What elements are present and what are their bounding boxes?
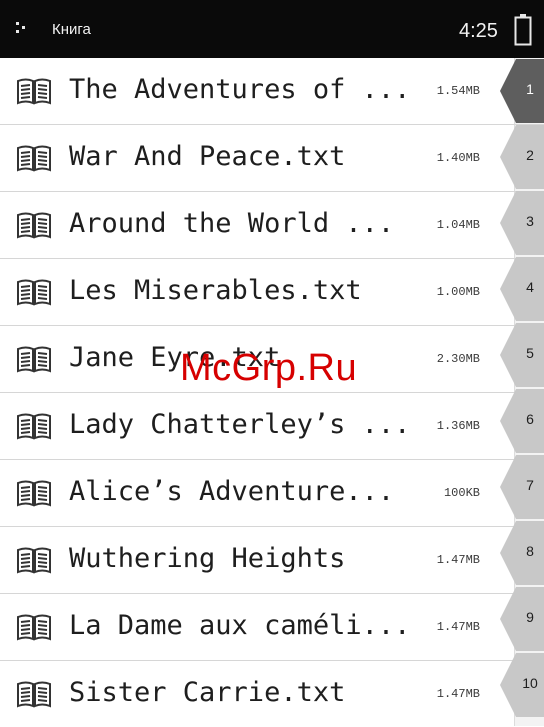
page-tab-label: 9 — [526, 609, 534, 625]
page-tab-6[interactable]: 6 — [499, 389, 544, 453]
book-list-item[interactable]: Jane Eyre.txt 2.30MB — [0, 326, 544, 393]
page-tab-5[interactable]: 5 — [499, 323, 544, 387]
book-title: The Adventures of ... — [69, 74, 411, 105]
page-tab-label: 7 — [526, 477, 534, 493]
open-book-icon — [17, 145, 51, 172]
book-title: Les Miserables.txt — [69, 275, 362, 306]
file-size: 100KB — [443, 486, 480, 500]
file-size: 1.47MB — [436, 620, 480, 634]
battery-icon — [514, 14, 532, 46]
book-title: La Dame aux caméli... — [69, 610, 411, 641]
page-tab-1[interactable]: 1 — [499, 59, 544, 123]
page-tab-label: 8 — [526, 543, 534, 559]
file-size: 1.40MB — [436, 151, 480, 165]
open-book-icon — [17, 212, 51, 239]
book-list-item[interactable]: Lady Chatterley’s ... 1.36MB — [0, 393, 544, 460]
open-book-icon — [17, 614, 51, 641]
open-book-icon — [17, 547, 51, 574]
book-title: Alice’s Adventure... — [69, 476, 395, 507]
file-size: 1.54MB — [436, 84, 480, 98]
book-list: The Adventures of ... 1.54MB War And Pea… — [0, 58, 544, 727]
file-size: 1.04MB — [436, 218, 480, 232]
page-tab-label: 3 — [526, 213, 534, 229]
book-title: Wuthering Heights — [69, 543, 346, 574]
status-bar: Книга 4:25 — [0, 0, 544, 58]
page-tab-8[interactable]: 8 — [499, 521, 544, 585]
page-tab-2[interactable]: 2 — [499, 125, 544, 189]
open-book-icon — [17, 78, 51, 105]
page-tab-3[interactable]: 3 — [499, 191, 544, 255]
open-book-icon — [17, 480, 51, 507]
page-tab-label: 6 — [526, 411, 534, 427]
page-tab-label: 4 — [526, 279, 534, 295]
book-title: Around the World ... — [69, 208, 395, 239]
book-list-item[interactable]: Alice’s Adventure... 100KB — [0, 460, 544, 527]
page-tab-7[interactable]: 7 — [499, 455, 544, 519]
page-tab-label: 2 — [526, 147, 534, 163]
book-list-item[interactable]: War And Peace.txt 1.40MB — [0, 125, 544, 192]
page-tab-9[interactable]: 9 — [499, 587, 544, 651]
file-size: 1.36MB — [436, 419, 480, 433]
page-tab-10[interactable]: 10 — [499, 653, 544, 717]
book-title: War And Peace.txt — [69, 141, 346, 172]
book-title: Sister Carrie.txt — [69, 677, 346, 708]
clock: 4:25 — [459, 20, 498, 42]
page-tab-4[interactable]: 4 — [499, 257, 544, 321]
book-list-item[interactable]: Wuthering Heights 1.47MB — [0, 527, 544, 594]
page-tab-label: 1 — [526, 81, 534, 97]
open-book-icon — [17, 681, 51, 708]
app-title: Книга — [52, 21, 91, 38]
open-book-icon — [17, 413, 51, 440]
file-size: 1.47MB — [436, 553, 480, 567]
menu-dots-icon[interactable] — [16, 22, 26, 36]
book-title: Lady Chatterley’s ... — [69, 409, 411, 440]
file-size: 2.30MB — [436, 352, 480, 366]
book-list-item[interactable]: The Adventures of ... 1.54MB — [0, 58, 544, 125]
book-list-item[interactable]: Sister Carrie.txt 1.47MB — [0, 661, 544, 727]
book-title: Jane Eyre.txt — [69, 342, 281, 373]
file-size: 1.00MB — [436, 285, 480, 299]
file-size: 1.47MB — [436, 687, 480, 701]
open-book-icon — [17, 279, 51, 306]
page-tab-label: 5 — [526, 345, 534, 361]
page-tab-label: 10 — [522, 675, 538, 691]
open-book-icon — [17, 346, 51, 373]
book-list-item[interactable]: La Dame aux caméli... 1.47MB — [0, 594, 544, 661]
book-list-item[interactable]: Around the World ... 1.04MB — [0, 192, 544, 259]
book-list-item[interactable]: Les Miserables.txt 1.00MB — [0, 259, 544, 326]
